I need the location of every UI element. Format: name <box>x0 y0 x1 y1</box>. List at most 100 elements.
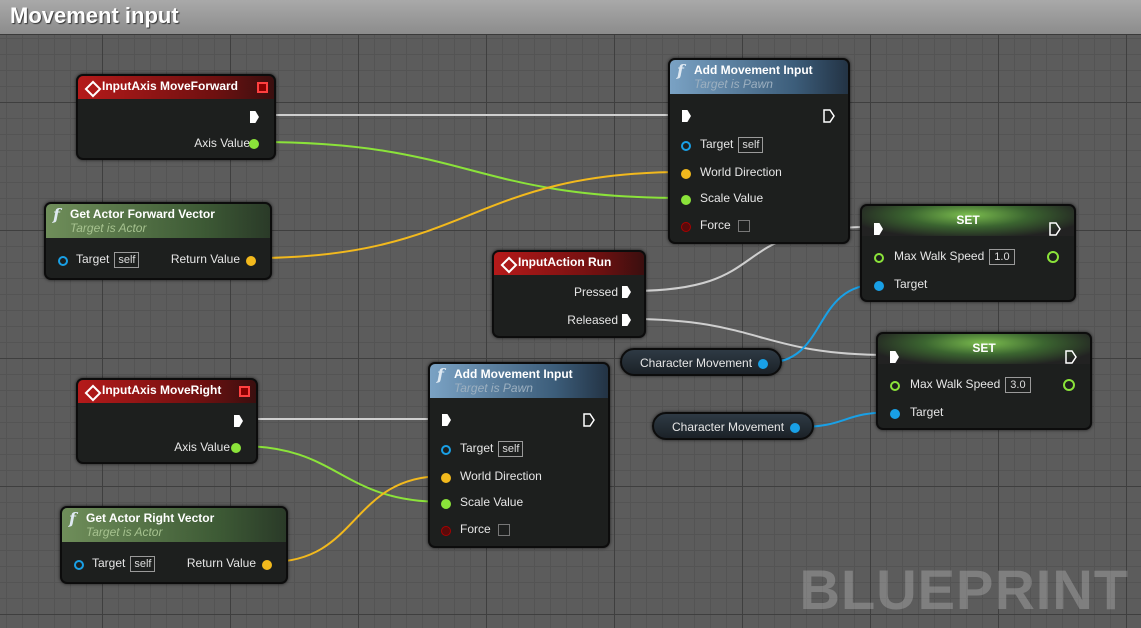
function-icon: f <box>69 509 76 528</box>
node-header: f Get Actor Right Vector Target is Actor <box>62 508 286 542</box>
released-label: Released <box>567 313 618 327</box>
character-movement-variable-node[interactable]: Character Movement <box>620 348 782 376</box>
return-value-pin[interactable] <box>262 560 272 570</box>
max-walk-speed-out-pin[interactable] <box>1047 251 1059 263</box>
target-pin[interactable] <box>874 281 884 291</box>
target-label: Target <box>910 405 944 419</box>
scale-value-pin[interactable] <box>681 195 691 205</box>
exec-in-pin[interactable] <box>442 414 451 426</box>
node-title: Add Movement Input <box>694 63 813 77</box>
return-value-label: Return Value <box>170 252 240 266</box>
axis-value-pin[interactable] <box>231 443 241 453</box>
force-pin[interactable] <box>681 222 691 232</box>
exec-out-pin[interactable] <box>234 415 243 427</box>
max-walk-speed-in-pin[interactable] <box>874 253 884 263</box>
delegate-pin-icon[interactable] <box>257 82 268 93</box>
delegate-pin-icon[interactable] <box>239 386 250 397</box>
set-max-walk-speed-node[interactable]: SET Max Walk Speed 3.0 Target <box>876 332 1092 430</box>
target-pin[interactable] <box>890 409 900 419</box>
force-label: Force <box>460 522 491 536</box>
pressed-exec-pin[interactable] <box>622 286 631 298</box>
target-self-field[interactable]: self <box>738 137 764 153</box>
set-max-walk-speed-node[interactable]: SET Max Walk Speed 1.0 Target <box>860 204 1076 302</box>
exec-out-pin[interactable] <box>823 109 835 123</box>
node-subtitle: Target is Pawn <box>694 77 773 91</box>
node-subtitle: Target is Pawn <box>454 381 533 395</box>
force-pin[interactable] <box>441 526 451 536</box>
max-walk-speed-field[interactable]: 1.0 <box>989 249 1015 265</box>
get-actor-forward-vector-node[interactable]: f Get Actor Forward Vector Target is Act… <box>44 202 272 280</box>
add-movement-input-node[interactable]: f Add Movement Input Target is Pawn Targ… <box>428 362 610 548</box>
vector-wire <box>269 475 445 563</box>
node-title: InputAxis MoveForward <box>102 79 239 93</box>
target-label: Target <box>76 252 110 266</box>
node-header: SET <box>878 334 1090 364</box>
max-walk-speed-field[interactable]: 3.0 <box>1005 377 1031 393</box>
node-header: f Add Movement Input Target is Pawn <box>430 364 608 398</box>
graph-title: Movement input <box>10 3 179 28</box>
exec-out-pin[interactable] <box>583 413 595 427</box>
node-header: f Add Movement Input Target is Pawn <box>670 60 848 94</box>
target-label: Target <box>894 277 928 291</box>
target-pin[interactable] <box>441 445 451 455</box>
scale-value-pin[interactable] <box>441 499 451 509</box>
force-checkbox[interactable] <box>497 523 510 536</box>
node-title: Add Movement Input <box>454 367 573 381</box>
function-icon: f <box>677 61 684 80</box>
max-walk-speed-label: Max Walk Speed <box>894 249 985 263</box>
force-checkbox[interactable] <box>737 219 750 232</box>
node-title: SET <box>972 341 996 355</box>
exec-out-pin[interactable] <box>1049 222 1061 236</box>
add-movement-input-node[interactable]: f Add Movement Input Target is Pawn Targ… <box>668 58 850 244</box>
scale-value-label: Scale Value <box>700 191 764 205</box>
max-walk-speed-out-pin[interactable] <box>1063 379 1075 391</box>
exec-out-pin[interactable] <box>1065 350 1077 364</box>
exec-in-pin[interactable] <box>682 110 691 122</box>
scale-value-label: Scale Value <box>460 495 524 509</box>
get-actor-right-vector-node[interactable]: f Get Actor Right Vector Target is Actor… <box>60 506 288 584</box>
vector-wire <box>253 171 685 259</box>
axis-value-pin[interactable] <box>249 139 259 149</box>
variable-out-pin[interactable] <box>758 359 768 369</box>
target-self-field[interactable]: self <box>498 441 524 457</box>
variable-label: Character Movement <box>640 356 753 370</box>
event-diamond-icon <box>500 256 518 274</box>
input-axis-moveforward-node[interactable]: InputAxis MoveForward Axis Value <box>76 74 276 160</box>
exec-out-pin[interactable] <box>250 111 259 123</box>
target-pin[interactable] <box>58 256 68 266</box>
node-header: f Get Actor Forward Vector Target is Act… <box>46 204 270 238</box>
node-header: InputAction Run <box>494 252 644 275</box>
graph-title-bar: Movement input <box>0 0 1141 35</box>
input-axis-moveright-node[interactable]: InputAxis MoveRight Axis Value <box>76 378 258 464</box>
target-pin[interactable] <box>74 560 84 570</box>
variable-out-pin[interactable] <box>790 423 800 433</box>
target-self-field[interactable]: self <box>114 252 140 268</box>
world-direction-pin[interactable] <box>681 169 691 179</box>
return-value-label: Return Value <box>186 556 256 570</box>
event-diamond-icon <box>84 384 102 402</box>
force-label: Force <box>700 218 731 232</box>
node-header: SET <box>862 206 1074 236</box>
axis-value-label: Axis Value <box>174 440 230 454</box>
node-title: SET <box>956 213 980 227</box>
return-value-pin[interactable] <box>246 256 256 266</box>
released-exec-pin[interactable] <box>622 314 631 326</box>
node-subtitle: Target is Actor <box>70 221 147 235</box>
blueprint-watermark: BLUEPRINT <box>799 558 1129 621</box>
max-walk-speed-in-pin[interactable] <box>890 381 900 391</box>
node-header: InputAxis MoveForward <box>78 76 274 99</box>
world-direction-label: World Direction <box>700 165 782 179</box>
node-title: InputAction Run <box>518 255 612 269</box>
target-label: Target <box>460 441 494 455</box>
target-self-field[interactable]: self <box>130 556 156 572</box>
input-action-run-node[interactable]: InputAction Run Pressed Released <box>492 250 646 338</box>
event-diamond-icon <box>84 80 102 98</box>
axis-value-label: Axis Value <box>194 136 250 150</box>
target-label: Target <box>700 137 734 151</box>
float-wire <box>239 445 445 503</box>
function-icon: f <box>437 365 444 384</box>
world-direction-pin[interactable] <box>441 473 451 483</box>
target-pin[interactable] <box>681 141 691 151</box>
character-movement-variable-node[interactable]: Character Movement <box>652 412 814 440</box>
node-subtitle: Target is Actor <box>86 525 163 539</box>
